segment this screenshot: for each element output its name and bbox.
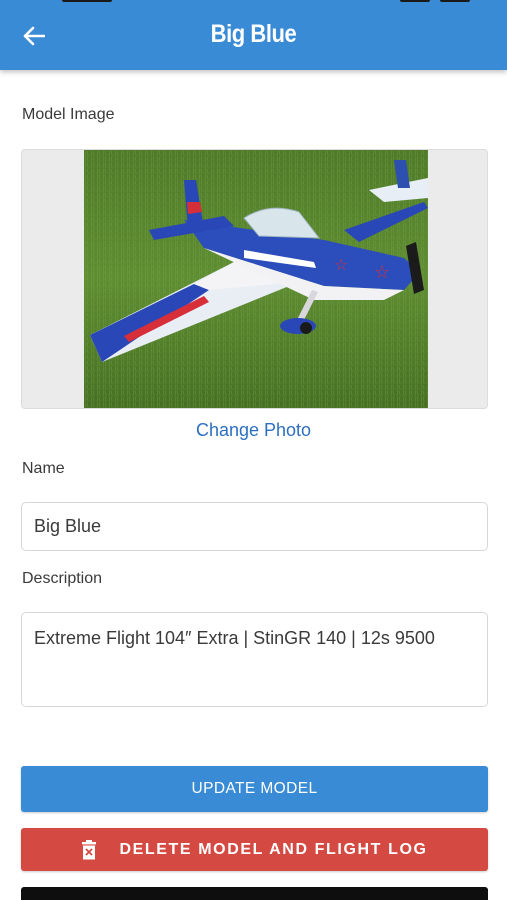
bottom-button-partial[interactable] — [21, 887, 488, 900]
update-model-button[interactable]: UPDATE MODEL — [21, 766, 488, 812]
model-photo: ☆ ☆ — [84, 150, 428, 408]
trash-icon — [81, 839, 97, 860]
description-label: Description — [22, 570, 103, 587]
change-photo-link[interactable]: Change Photo — [0, 420, 507, 441]
delete-model-button[interactable]: DELETE MODEL AND FLIGHT LOG — [21, 828, 488, 871]
status-bar — [0, 0, 507, 6]
name-field[interactable]: Big Blue — [21, 502, 488, 551]
description-field[interactable]: Extreme Flight 104″ Extra | StinGR 140 |… — [21, 612, 488, 707]
name-label: Name — [22, 460, 65, 477]
svg-text:☆: ☆ — [334, 255, 348, 274]
model-image-label: Model Image — [22, 106, 115, 123]
app-header: Big Blue — [0, 0, 507, 70]
model-image-frame[interactable]: ☆ ☆ — [21, 149, 488, 409]
svg-text:☆: ☆ — [374, 262, 390, 283]
update-model-label: UPDATE MODEL — [191, 780, 318, 797]
delete-model-label: DELETE MODEL AND FLIGHT LOG — [119, 840, 428, 858]
page-title: Big Blue — [210, 20, 297, 48]
